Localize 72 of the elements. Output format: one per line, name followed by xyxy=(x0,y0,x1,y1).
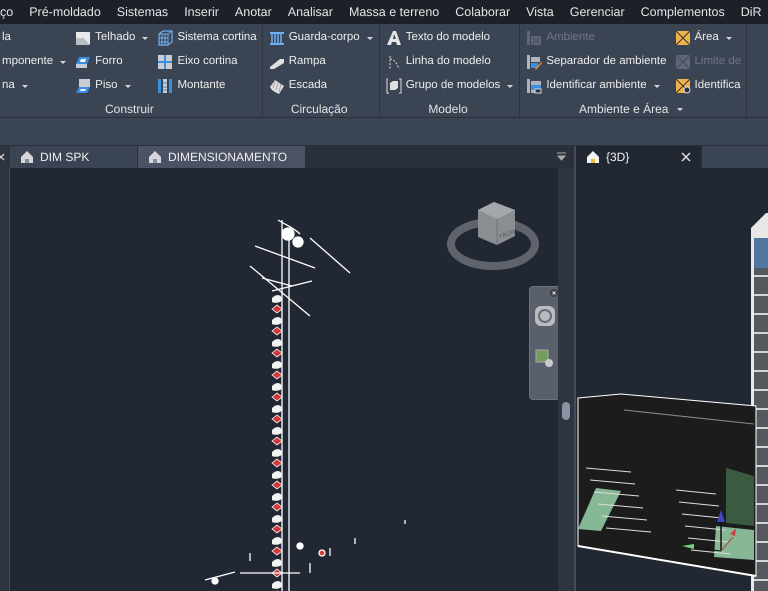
room-tag-icon xyxy=(526,78,542,94)
menu-item[interactable]: Vista xyxy=(518,0,562,24)
ribbon-button[interactable]: Guarda-corpo xyxy=(266,26,376,50)
ribbon-button[interactable]: Sistema cortina xyxy=(155,26,259,50)
area-boundary-icon xyxy=(674,54,691,70)
caret-icon xyxy=(506,84,514,88)
menu-item[interactable]: Pré-moldado xyxy=(21,0,109,24)
ribbon-button[interactable]: Linha do modelo xyxy=(384,50,493,74)
ribbon-button[interactable]: Montante xyxy=(155,74,228,98)
ribbon-button[interactable]: Escada xyxy=(266,74,330,98)
menu-item[interactable]: ço xyxy=(0,0,22,24)
caret-icon xyxy=(20,84,29,88)
caret-icon xyxy=(124,84,132,88)
house-icon xyxy=(20,150,34,164)
ribbon-button[interactable]: Piso xyxy=(73,74,134,98)
menu-item[interactable]: Massa e terreno xyxy=(340,0,448,24)
view-tab[interactable]: {3D} xyxy=(576,146,702,168)
menu-item[interactable]: Colaborar xyxy=(447,0,518,24)
close-icon xyxy=(681,152,691,162)
room-icon xyxy=(526,30,542,46)
panel-title[interactable]: Ambiente e Área xyxy=(520,98,744,117)
floor-icon xyxy=(75,78,92,94)
steering-wheel-icon[interactable] xyxy=(534,305,556,327)
caret-icon xyxy=(59,60,68,64)
panel-title: Construir xyxy=(104,101,155,117)
caret-icon xyxy=(724,36,733,40)
ribbon-button[interactable]: Grupo de modelos xyxy=(384,74,516,98)
ribbon-button[interactable]: Forro xyxy=(73,50,125,74)
menu-item[interactable]: Complementos xyxy=(632,0,733,24)
mullion-icon xyxy=(157,78,174,94)
ribbon-button[interactable]: Identificar ambiente xyxy=(524,74,663,98)
ribbon-button[interactable]: Texto do modelo xyxy=(384,26,492,50)
view-tab[interactable]: DIM SPK xyxy=(10,146,138,168)
group-icon xyxy=(386,78,402,94)
area-icon xyxy=(674,30,691,46)
room-separator-icon xyxy=(526,54,542,70)
house-icon xyxy=(586,150,600,164)
roof-icon xyxy=(75,30,92,46)
menu-item[interactable]: Gerenciar xyxy=(562,0,633,24)
caret-icon xyxy=(141,36,150,40)
menu-item[interactable]: DiR xyxy=(732,0,768,24)
ribbon-button[interactable]: Separador de ambiente xyxy=(524,50,669,74)
letter-a-icon xyxy=(386,30,402,46)
menu-item[interactable]: Inserir xyxy=(176,0,227,24)
panel-title: Circulação xyxy=(290,101,349,117)
caret-icon xyxy=(366,36,374,40)
menu-item[interactable]: Analisar xyxy=(280,0,341,24)
ribbon-button[interactable]: mponente xyxy=(0,50,70,74)
ribbon-button[interactable]: Eixo cortina xyxy=(155,50,240,74)
curtain-system-icon xyxy=(157,30,174,46)
menu-item[interactable]: Anotar xyxy=(226,0,280,24)
area-tag-icon xyxy=(674,78,691,94)
scrollbar-thumb[interactable] xyxy=(562,402,570,420)
stair-icon xyxy=(268,78,285,94)
caret-icon xyxy=(676,106,684,112)
grid-icon xyxy=(157,54,174,70)
close-icon xyxy=(0,153,6,161)
house-icon xyxy=(148,150,162,164)
ribbon-button[interactable]: la xyxy=(0,26,13,50)
ceiling-icon xyxy=(75,54,92,70)
ribbon-button[interactable]: Área xyxy=(672,26,735,50)
ribbon-button[interactable]: na xyxy=(0,74,31,98)
menu-item[interactable]: Sistemas xyxy=(108,0,176,24)
caret-icon xyxy=(652,84,661,88)
ribbon-button[interactable]: Telhado xyxy=(73,26,152,50)
view-tab[interactable]: DIMENSIONAMENTO xyxy=(138,146,306,168)
panel-title: Modelo xyxy=(427,101,469,117)
zoom-icon[interactable] xyxy=(535,349,555,369)
ribbon-button[interactable]: Identifica xyxy=(672,74,743,98)
railing-icon xyxy=(268,30,285,46)
ribbon-button[interactable]: Rampa xyxy=(266,50,328,74)
tab-list-icon[interactable] xyxy=(557,152,566,161)
